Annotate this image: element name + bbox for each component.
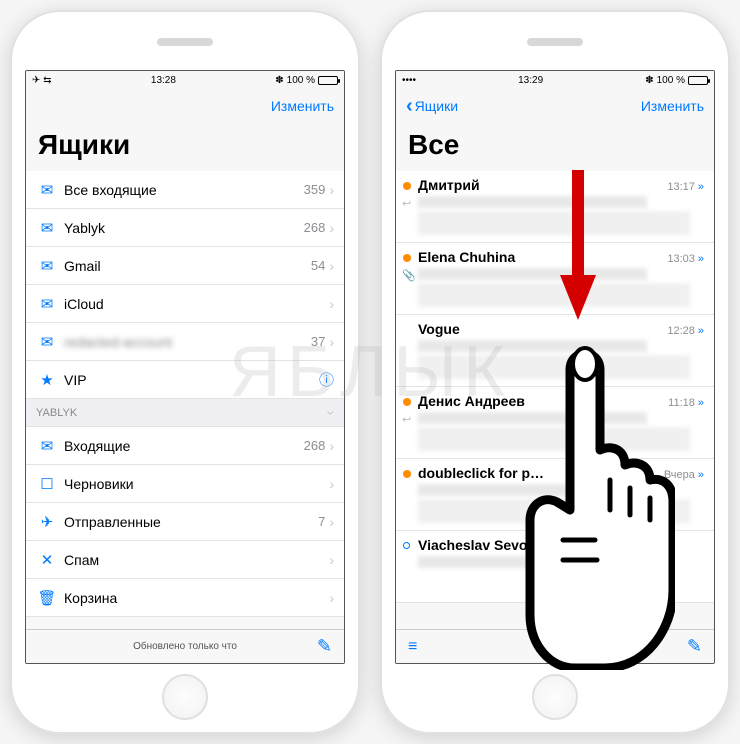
status-right: ✽ 100 % bbox=[645, 75, 708, 86]
status-left: •••• bbox=[402, 75, 416, 86]
mailbox-gmail[interactable]: ✉ Gmail 54 › bbox=[26, 247, 344, 285]
inbox-icon: ✉ bbox=[36, 295, 58, 313]
send-icon: ✈ bbox=[36, 513, 58, 531]
message-row[interactable]: Viacheslav Sevos… bbox=[396, 531, 714, 603]
page-title: Все bbox=[396, 123, 714, 171]
mailbox-list[interactable]: ✉ Все входящие 359 › ✉ Yablyk 268 › ✉ Gm… bbox=[26, 171, 344, 629]
mailbox-redacted[interactable]: ✉ redacted-account 37 › bbox=[26, 323, 344, 361]
message-time: 12:28 » bbox=[667, 325, 704, 337]
filter-button[interactable]: ≡ bbox=[408, 638, 417, 656]
message-preview bbox=[418, 211, 690, 235]
replied-icon: ↩ bbox=[402, 413, 411, 426]
speaker bbox=[157, 38, 213, 46]
phone-right: •••• 13:29 ✽ 100 % ‹ Ящики Изменить Все … bbox=[380, 10, 730, 734]
compose-button[interactable]: ✎ bbox=[687, 636, 702, 657]
message-row[interactable]: ↩ Денис Андреев 11:18 » bbox=[396, 387, 714, 459]
inbox-icon: ✉ bbox=[36, 437, 58, 455]
message-row[interactable]: ↩ Дмитрий 13:17 » bbox=[396, 171, 714, 243]
mailbox-all-inboxes[interactable]: ✉ Все входящие 359 › bbox=[26, 171, 344, 209]
status-right: ✽ 100 % bbox=[275, 75, 338, 86]
toolbar: ≡ Об… ✎ bbox=[396, 629, 714, 663]
attachment-icon: 📎 bbox=[402, 269, 416, 282]
message-time: 11:18 » bbox=[668, 397, 704, 409]
toolbar-status: Обновлено только что bbox=[133, 641, 237, 652]
mailbox-vip[interactable]: ★ VIP ⓘ bbox=[26, 361, 344, 399]
unread-dot-icon bbox=[403, 398, 411, 406]
status-bar: •••• 13:29 ✽ 100 % bbox=[396, 71, 714, 89]
message-time: 13:17 » bbox=[667, 181, 704, 193]
message-list[interactable]: ↩ Дмитрий 13:17 » 📎 Elena Chuhina 13:03 … bbox=[396, 171, 714, 629]
message-sender: doubleclick for p… bbox=[418, 465, 544, 481]
toolbar-status: Об… bbox=[543, 641, 567, 652]
info-icon[interactable]: ⓘ bbox=[319, 369, 334, 390]
home-button[interactable] bbox=[162, 674, 208, 720]
star-icon: ★ bbox=[36, 371, 58, 389]
mailbox-spam[interactable]: ✕ Спам › bbox=[26, 541, 344, 579]
mailbox-trash[interactable]: 🗑 Корзина › bbox=[26, 579, 344, 617]
nav-bar: ‹ Ящики Изменить bbox=[396, 89, 714, 123]
compose-button[interactable]: ✎ bbox=[317, 636, 332, 657]
speaker bbox=[527, 38, 583, 46]
doc-icon: ☐ bbox=[36, 475, 58, 493]
message-time: Вчера » bbox=[664, 469, 704, 481]
page-title: Ящики bbox=[26, 123, 344, 171]
trash-icon: 🗑 bbox=[36, 589, 58, 607]
edit-button[interactable]: Изменить bbox=[271, 98, 334, 114]
section-header-yablyk[interactable]: YABLYK › bbox=[26, 399, 344, 427]
nav-bar: Изменить bbox=[26, 89, 344, 123]
message-time: 13:03 » bbox=[667, 253, 704, 265]
double-chevron-icon: » bbox=[698, 181, 704, 193]
inbox-icon: ✉ bbox=[36, 257, 58, 275]
read-ring-icon bbox=[403, 542, 410, 549]
inbox-icon: ✉ bbox=[36, 181, 58, 199]
message-sender: Vogue bbox=[418, 321, 460, 337]
chevron-left-icon: ‹ bbox=[406, 95, 413, 118]
status-bar: ✈ ⇆ 13:28 ✽ 100 % bbox=[26, 71, 344, 89]
mailbox-icloud[interactable]: ✉ iCloud › bbox=[26, 285, 344, 323]
status-left: ✈ ⇆ bbox=[32, 75, 52, 86]
inbox-icon: ✉ bbox=[36, 219, 58, 237]
message-row[interactable]: 📎 Elena Chuhina 13:03 » bbox=[396, 243, 714, 315]
mailbox-count: 359 bbox=[304, 182, 330, 197]
unread-dot-icon bbox=[403, 182, 411, 190]
screen-all-mail: •••• 13:29 ✽ 100 % ‹ Ящики Изменить Все … bbox=[395, 70, 715, 664]
message-sender: Дмитрий bbox=[418, 177, 480, 193]
message-subject bbox=[418, 196, 647, 208]
spam-icon: ✕ bbox=[36, 551, 58, 569]
unread-dot-icon bbox=[403, 254, 411, 262]
message-sender: Viacheslav Sevos… bbox=[418, 537, 549, 553]
toolbar: Обновлено только что ✎ bbox=[26, 629, 344, 663]
replied-icon: ↩ bbox=[402, 197, 411, 210]
unread-dot-icon bbox=[403, 470, 411, 478]
message-row[interactable]: doubleclick for p… Вчера » bbox=[396, 459, 714, 531]
battery-icon bbox=[688, 76, 708, 85]
home-button[interactable] bbox=[532, 674, 578, 720]
status-time: 13:28 bbox=[151, 75, 176, 86]
inbox-icon: ✉ bbox=[36, 333, 58, 351]
mailbox-label: Все входящие bbox=[58, 182, 304, 198]
status-time: 13:29 bbox=[518, 75, 543, 86]
message-row[interactable]: Vogue 12:28 » bbox=[396, 315, 714, 387]
phone-left: ✈ ⇆ 13:28 ✽ 100 % Изменить Ящики ✉ Все в… bbox=[10, 10, 360, 734]
message-sender: Денис Андреев bbox=[418, 393, 525, 409]
screen-mailboxes: ✈ ⇆ 13:28 ✽ 100 % Изменить Ящики ✉ Все в… bbox=[25, 70, 345, 664]
mailbox-sent[interactable]: ✈ Отправленные 7 › bbox=[26, 503, 344, 541]
mailbox-inbox[interactable]: ✉ Входящие 268 › bbox=[26, 427, 344, 465]
chevron-down-icon: › bbox=[324, 410, 340, 415]
back-button[interactable]: ‹ Ящики bbox=[406, 95, 458, 118]
battery-icon bbox=[318, 76, 338, 85]
message-sender: Elena Chuhina bbox=[418, 249, 515, 265]
mailbox-drafts[interactable]: ☐ Черновики › bbox=[26, 465, 344, 503]
edit-button[interactable]: Изменить bbox=[641, 98, 704, 114]
mailbox-yablyk[interactable]: ✉ Yablyk 268 › bbox=[26, 209, 344, 247]
chevron-right-icon: › bbox=[329, 182, 334, 198]
